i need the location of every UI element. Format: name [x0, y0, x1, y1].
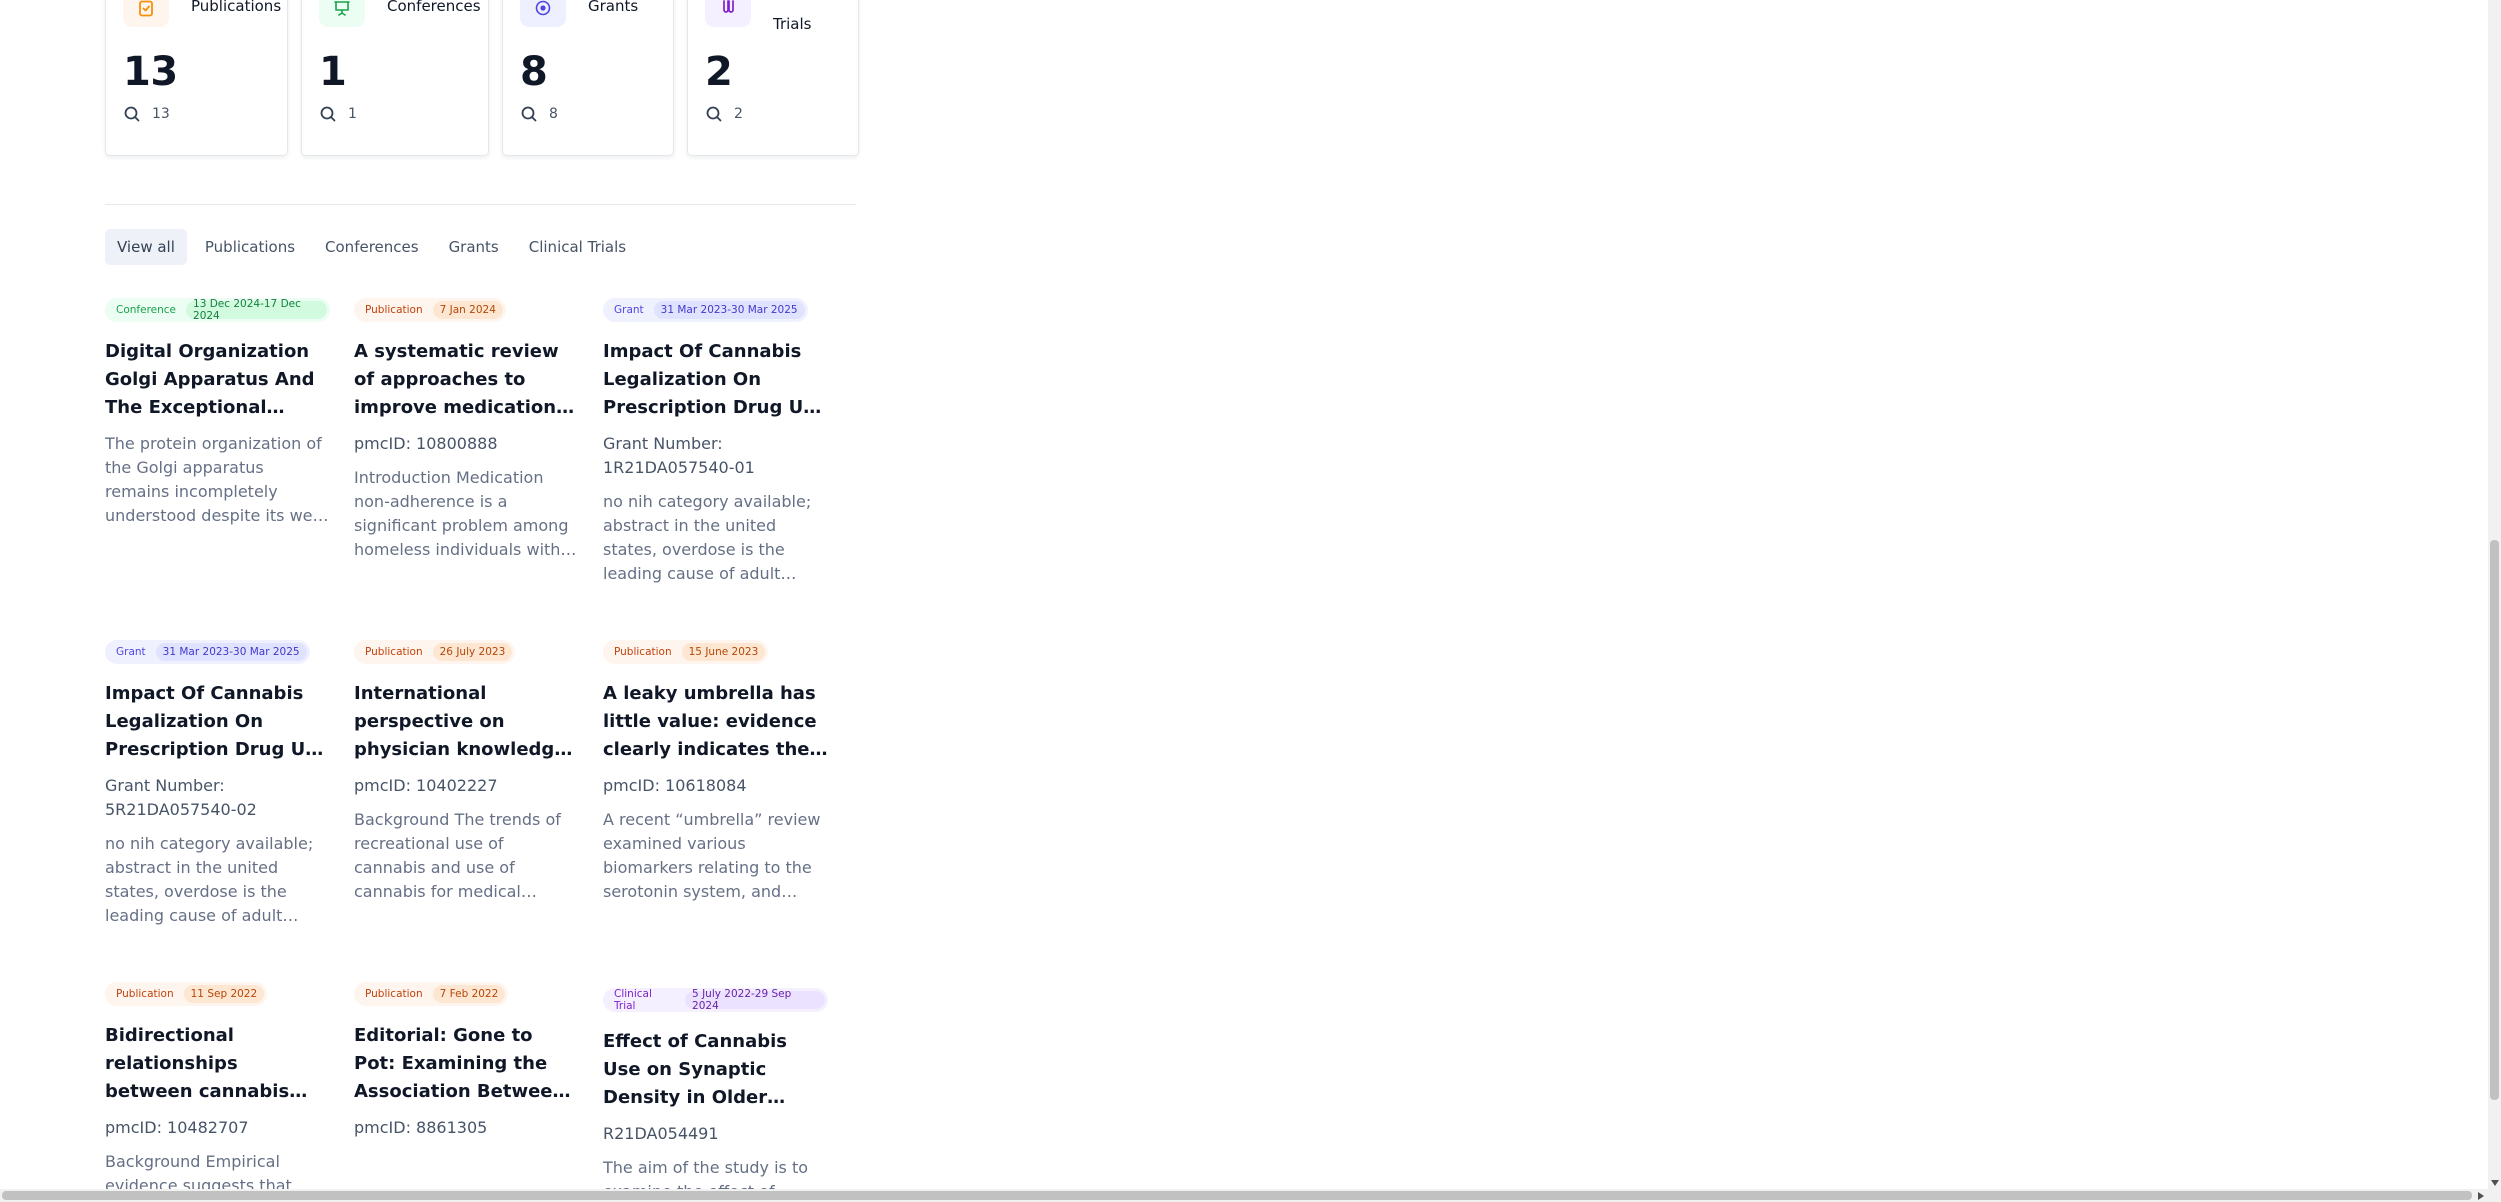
tab-publications[interactable]: Publications [193, 229, 307, 265]
result-meta: pmcID: 10618084 [603, 776, 747, 795]
result-card[interactable]: Publication 15 June 2023 A leaky umbrella… [603, 640, 828, 904]
result-description: The protein organization of the Golgi ap… [105, 434, 328, 525]
type-badge: Publication 7 Feb 2022 [354, 982, 509, 1006]
date-badge: 31 Mar 2023-30 Mar 2025 [653, 301, 805, 319]
result-title[interactable]: Bidirectional relationships between cann… [105, 1022, 330, 1106]
result-title[interactable]: International perspective on physician k… [354, 680, 579, 764]
type-badge: Publication 26 July 2023 [354, 640, 516, 664]
result-title[interactable]: Impact Of Cannabis Legalization On Presc… [603, 338, 828, 422]
result-title[interactable]: Digital Organization Golgi Apparatus And… [105, 338, 330, 422]
stats-cards: Publications 13 13 Conferences 1 1 Grant… [105, 0, 859, 156]
stat-label: Grants [588, 0, 639, 15]
stat-icon-wrap [319, 0, 365, 27]
test-tube-icon [723, 0, 734, 13]
scroll-right-arrow-icon[interactable] [2478, 1192, 2484, 1200]
stat-count: 13 [123, 49, 178, 95]
clipboard-check-icon [139, 0, 153, 17]
date-badge: 15 June 2023 [681, 643, 766, 661]
type-badge: Publication 15 June 2023 [603, 640, 769, 664]
result-card[interactable]: Publication 7 Feb 2022 Editorial: Gone to… [354, 982, 579, 1140]
stat-count: 2 [705, 49, 733, 95]
result-card[interactable]: Grant 31 Mar 2023-30 Mar 2025 Impact Of C… [603, 298, 828, 586]
search-icon [706, 106, 722, 122]
result-card[interactable]: Publication 7 Jan 2024 A systematic revie… [354, 298, 579, 562]
result-meta: pmcID: 10482707 [105, 1118, 249, 1137]
stat-count: 8 [520, 49, 548, 95]
result-meta: pmcID: 10800888 [354, 434, 498, 453]
result-description: Introduction Medication non-adherence is… [354, 468, 569, 559]
filter-tabs: View all Publications Conferences Grants… [105, 229, 638, 265]
stat-icon-wrap [123, 0, 169, 27]
tab-view-all[interactable]: View all [105, 229, 187, 265]
type-badge: Conference 13 Dec 2024-17 Dec 2024 [105, 298, 330, 322]
search-icon [320, 106, 336, 122]
stat-card-conferences[interactable]: Conferences 1 1 [301, 0, 489, 156]
type-badge: Publication 7 Jan 2024 [354, 298, 506, 322]
stat-search: 2 [705, 105, 743, 123]
presentation-icon [334, 1, 350, 16]
stat-search: 13 [123, 105, 170, 123]
result-title[interactable]: A leaky umbrella has little value: evide… [603, 680, 828, 764]
stat-label: Conferences [387, 0, 481, 15]
tab-grants[interactable]: Grants [437, 229, 511, 265]
result-meta: Grant Number: 1R21DA057540-01 [603, 434, 755, 477]
horizontal-scrollbar[interactable] [0, 1189, 2501, 1202]
date-badge: 7 Feb 2022 [432, 985, 506, 1003]
result-description: no nih category available; abstract in t… [603, 492, 812, 583]
result-description: Background The trends of recreational us… [354, 810, 561, 901]
stat-label: Trials [773, 15, 812, 33]
section-divider [105, 204, 856, 205]
result-card[interactable]: Publication 11 Sep 2022 Bidirectional rel… [105, 982, 330, 1198]
result-title[interactable]: Impact Of Cannabis Legalization On Presc… [105, 680, 330, 764]
tab-clinical-trials[interactable]: Clinical Trials [517, 229, 638, 265]
search-icon [521, 106, 537, 122]
result-meta: R21DA054491 [603, 1124, 719, 1143]
target-icon [535, 0, 551, 16]
stat-label: Publications [191, 0, 282, 15]
stat-icon-wrap [520, 0, 566, 27]
date-badge: 11 Sep 2022 [183, 985, 265, 1003]
type-badge: Publication 11 Sep 2022 [105, 982, 268, 1006]
result-description: A recent “umbrella” review examined vari… [603, 810, 821, 901]
type-badge: Grant 31 Mar 2023-30 Mar 2025 [603, 298, 808, 322]
result-card[interactable]: Grant 31 Mar 2023-30 Mar 2025 Impact Of C… [105, 640, 330, 928]
stat-card-publications[interactable]: Publications 13 13 [105, 0, 288, 156]
result-meta: Grant Number: 5R21DA057540-02 [105, 776, 257, 819]
vertical-scrollbar[interactable] [2488, 0, 2501, 1189]
result-card[interactable]: Conference 13 Dec 2024-17 Dec 2024 Digita… [105, 298, 330, 528]
result-title[interactable]: Effect of Cannabis Use on Synaptic Densi… [603, 1028, 828, 1112]
stat-search-count: 2 [734, 106, 743, 122]
stat-icon-wrap [705, 0, 751, 27]
scroll-down-arrow-icon[interactable] [2491, 1180, 2499, 1186]
stat-search-count: 8 [549, 106, 558, 122]
date-badge: 13 Dec 2024-17 Dec 2024 [186, 298, 327, 322]
date-badge: 7 Jan 2024 [432, 301, 503, 319]
result-card[interactable]: Clinical Trial 5 July 2022-29 Sep 2024 Ef… [603, 982, 828, 1202]
stat-card-grants[interactable]: Grants 8 8 [502, 0, 674, 156]
date-badge: 5 July 2022-29 Sep 2024 [685, 988, 825, 1012]
stat-count: 1 [319, 49, 347, 95]
date-badge: 26 July 2023 [432, 643, 513, 661]
stat-search: 8 [520, 105, 558, 123]
stat-search-count: 13 [152, 106, 170, 122]
result-meta: pmcID: 8861305 [354, 1118, 488, 1137]
search-icon [124, 106, 140, 122]
stat-card-trials[interactable]: Trials 2 2 [687, 0, 859, 156]
vertical-scrollbar-thumb[interactable] [2490, 540, 2499, 1100]
stat-search-count: 1 [348, 106, 357, 122]
type-badge: Clinical Trial 5 July 2022-29 Sep 2024 [603, 988, 828, 1012]
result-meta: pmcID: 10402227 [354, 776, 498, 795]
horizontal-scrollbar-thumb[interactable] [2, 1191, 2472, 1200]
result-description: no nih category available; abstract in t… [105, 834, 314, 925]
result-title[interactable]: A systematic review of approaches to imp… [354, 338, 579, 422]
date-badge: 31 Mar 2023-30 Mar 2025 [155, 643, 307, 661]
stat-search: 1 [319, 105, 357, 123]
result-title[interactable]: Editorial: Gone to Pot: Examining the As… [354, 1022, 579, 1106]
type-badge: Grant 31 Mar 2023-30 Mar 2025 [105, 640, 310, 664]
result-card[interactable]: Publication 26 July 2023 International pe… [354, 640, 579, 904]
tab-conferences[interactable]: Conferences [313, 229, 431, 265]
